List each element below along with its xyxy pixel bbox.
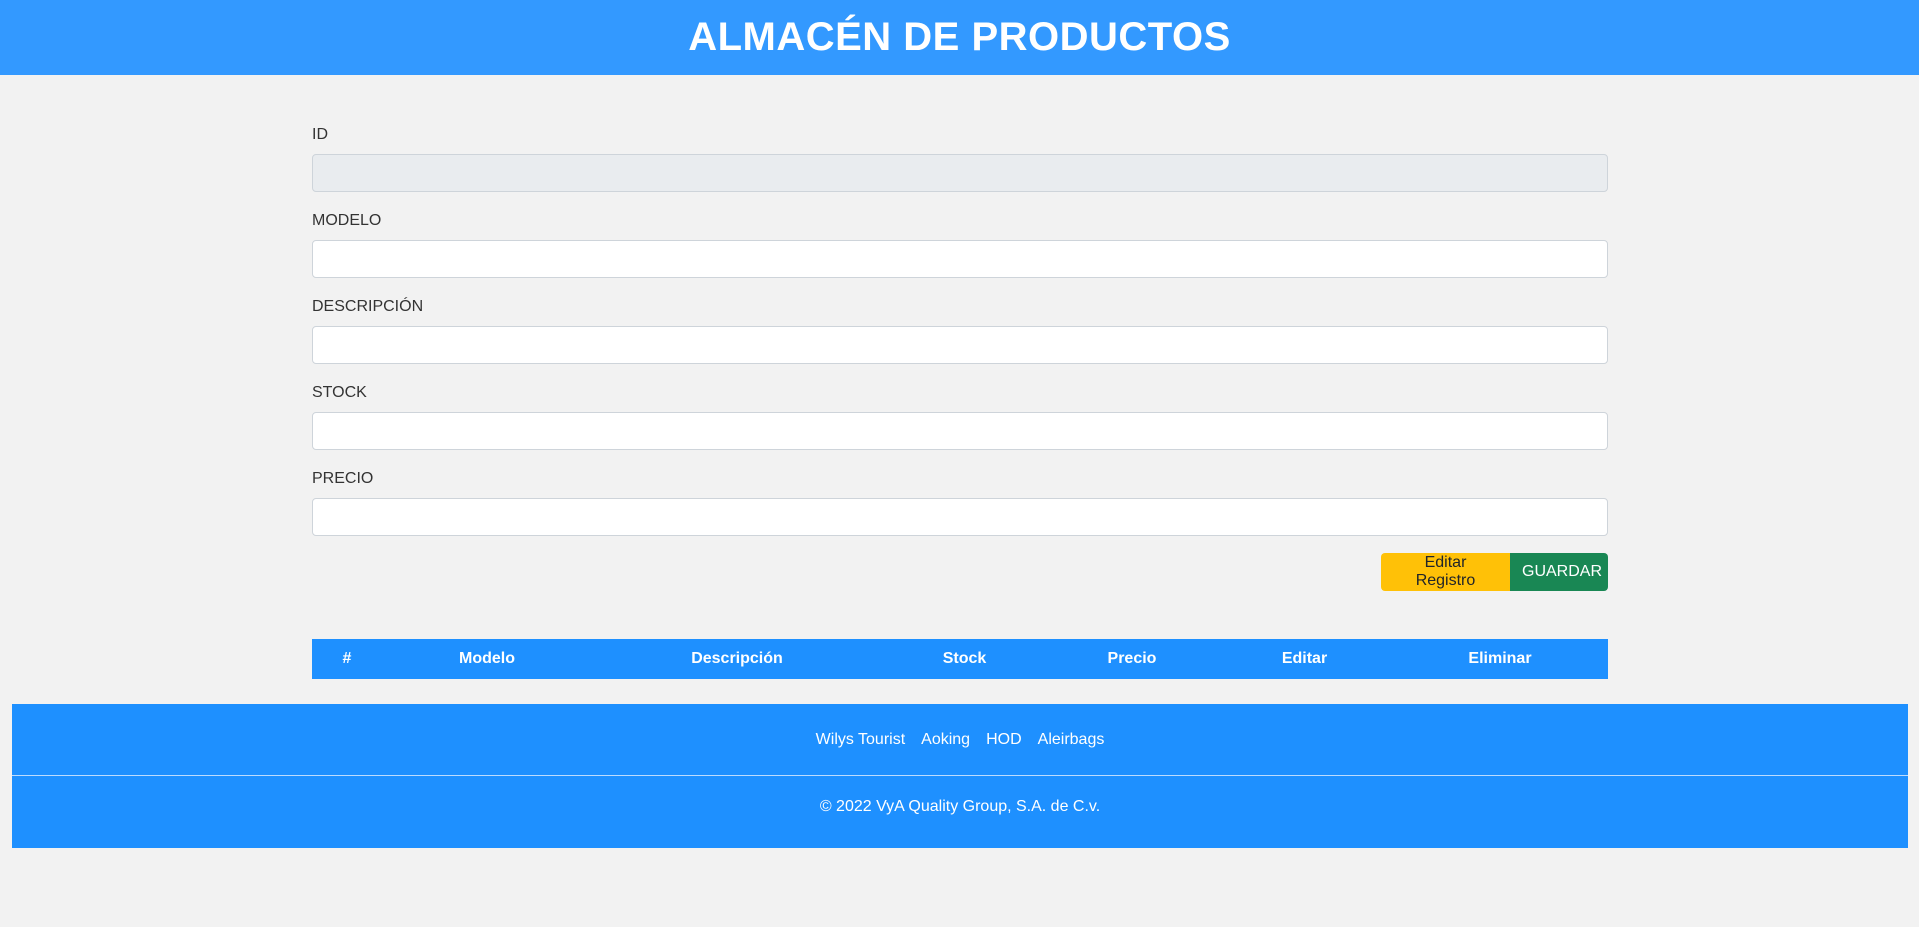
stock-field-group: STOCK xyxy=(312,376,1608,462)
id-label: ID xyxy=(312,126,328,143)
col-header-number: # xyxy=(342,650,352,667)
col-header-modelo: Modelo xyxy=(459,650,515,667)
descripcion-field-group: DESCRIPCIÓN xyxy=(312,290,1608,376)
precio-input[interactable] xyxy=(312,498,1608,536)
page-header: ALMACÉN DE PRODUCTOS xyxy=(0,0,1919,75)
footer-link-aoking[interactable]: Aoking xyxy=(921,731,970,749)
descripcion-input[interactable] xyxy=(312,326,1608,364)
col-header-stock: Stock xyxy=(942,650,987,667)
footer-link-hod[interactable]: HOD xyxy=(986,731,1022,749)
modelo-field-group: MODELO xyxy=(312,204,1608,290)
form-actions: Editar Registro GUARDAR xyxy=(312,553,1608,591)
footer-link-wilys-tourist[interactable]: Wilys Tourist xyxy=(816,731,906,749)
page-footer: Wilys Tourist Aoking HOD Aleirbags © 202… xyxy=(12,704,1908,848)
id-field-group: ID xyxy=(312,118,1608,204)
product-form: ID MODELO DESCRIPCIÓN STOCK PRECIO xyxy=(312,118,1608,548)
modelo-input[interactable] xyxy=(312,240,1608,278)
edit-record-button[interactable]: Editar Registro xyxy=(1381,553,1510,591)
col-header-precio: Precio xyxy=(1107,650,1157,667)
col-header-descripcion: Descripción xyxy=(691,650,783,667)
col-header-editar: Editar xyxy=(1281,650,1328,667)
footer-copyright: © 2022 VyA Quality Group, S.A. de C.v. xyxy=(819,798,1101,815)
products-table-header: # Modelo Descripción Stock Precio Editar… xyxy=(312,639,1608,679)
stock-input[interactable] xyxy=(312,412,1608,450)
footer-link-aleirbags[interactable]: Aleirbags xyxy=(1038,731,1105,749)
modelo-label: MODELO xyxy=(312,212,382,229)
page-title: ALMACÉN DE PRODUCTOS xyxy=(688,15,1231,59)
descripcion-label: DESCRIPCIÓN xyxy=(312,298,424,315)
stock-label: STOCK xyxy=(312,384,367,401)
precio-field-group: PRECIO xyxy=(312,462,1608,548)
save-button[interactable]: GUARDAR xyxy=(1510,553,1608,591)
id-input[interactable] xyxy=(312,154,1608,192)
precio-label: PRECIO xyxy=(312,470,374,487)
col-header-eliminar: Eliminar xyxy=(1468,650,1532,667)
footer-links: Wilys Tourist Aoking HOD Aleirbags xyxy=(12,704,1908,776)
